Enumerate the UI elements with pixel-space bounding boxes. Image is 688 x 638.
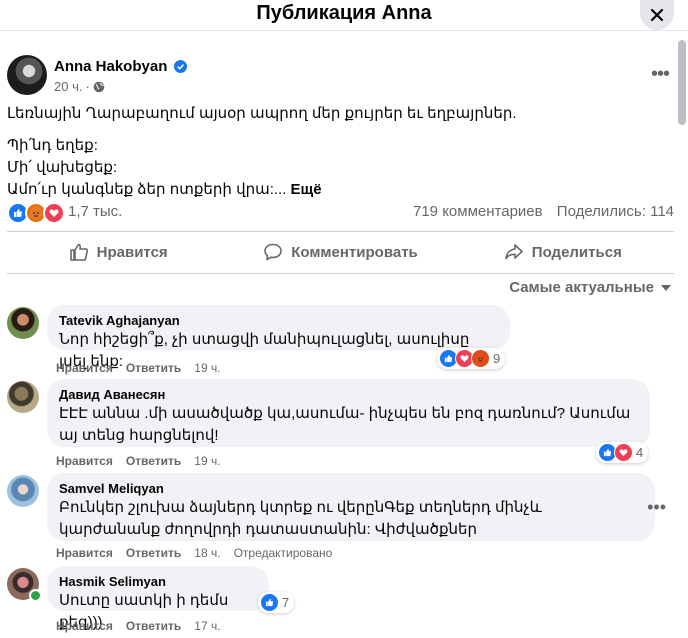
- comment-sort-dropdown[interactable]: Самые актуальные: [509, 279, 672, 296]
- verified-badge-icon: [174, 60, 187, 73]
- comment: Samvel Meliqyan Բունկեր շլուխա ձայներդ կ…: [7, 473, 674, 565]
- commenter-name[interactable]: Hasmik Selimyan: [59, 574, 257, 590]
- see-more-link[interactable]: Ещё: [291, 181, 322, 198]
- like-button[interactable]: Нравится: [7, 232, 229, 272]
- post-line: Ամո՛ւր կանգնեք ձեր ոտքերի վրա:... Ещё: [7, 179, 667, 201]
- dot-separator: ·: [85, 79, 90, 94]
- love-reaction-icon: [43, 202, 65, 224]
- commenter-avatar[interactable]: [7, 307, 39, 339]
- reaction-count: 9: [493, 351, 501, 366]
- sort-label: Самые актуальные: [509, 279, 654, 296]
- comment-options-icon[interactable]: •••: [647, 497, 666, 518]
- commenter-name[interactable]: Tatevik Aghajanyan: [59, 313, 498, 329]
- comment-icon: [264, 243, 283, 261]
- shares-count[interactable]: Поделились: 114: [557, 203, 674, 220]
- comment-time[interactable]: 19 ч.: [194, 361, 220, 375]
- commenter-avatar[interactable]: [7, 475, 39, 507]
- comment-like-button[interactable]: Нравится: [56, 546, 113, 560]
- post-line: Պի՛նդ եղեք:: [7, 137, 98, 154]
- love-reaction-icon: [614, 443, 633, 462]
- comment-like-button[interactable]: Нравится: [56, 361, 113, 375]
- comment-time[interactable]: 19 ч.: [194, 454, 220, 468]
- comment-reactions[interactable]: 7: [258, 592, 295, 613]
- comment: Hasmik Selimyan Սուտը սատկի ի դեմս քեզ))…: [7, 566, 674, 638]
- comments-count[interactable]: 719 комментариев: [413, 203, 543, 220]
- reaction-count: 7: [282, 595, 290, 610]
- comment-reply-button[interactable]: Ответить: [126, 454, 181, 468]
- caret-down-icon: [661, 284, 671, 291]
- comment: Tatevik Aghajanyan Նոր հիշեցի՞ք, չի ստաց…: [7, 305, 674, 380]
- comment-label: Комментировать: [291, 243, 418, 261]
- comment-text: Բունկեր շլուխա ձայներդ կտրեք ու վերընԳեք…: [59, 499, 542, 538]
- comment-button[interactable]: Комментировать: [229, 232, 451, 272]
- commenter-name[interactable]: Давид Аванесян: [59, 387, 638, 403]
- comment-reactions[interactable]: 4: [596, 442, 649, 463]
- like-label: Нравится: [96, 243, 168, 261]
- comment-actions: Нравится Ответить 19 ч.: [56, 454, 221, 468]
- thumbs-up-icon: [69, 243, 88, 261]
- divider: [7, 273, 674, 274]
- comment-time[interactable]: 17 ч.: [194, 619, 220, 633]
- dialog-title: Публикация Anna: [256, 2, 432, 24]
- comment-actions: Нравится Ответить 18 ч. Отредактировано: [56, 546, 332, 560]
- comment: Давид Аванесян ԷԷԷ աննա .մի ասածվածք կա,…: [7, 379, 674, 471]
- close-button[interactable]: [640, 0, 674, 30]
- like-reaction-icon: [260, 593, 279, 612]
- share-icon: [504, 244, 523, 260]
- comment-bubble: Samvel Meliqyan Բունկեր շլուխա ձայներդ կ…: [47, 473, 655, 541]
- post-counts: 719 комментариев Поделились: 114: [403, 203, 674, 220]
- globe-icon: [93, 81, 105, 92]
- author-avatar[interactable]: [7, 55, 47, 95]
- angry-reaction-icon: [471, 349, 490, 368]
- post-options-icon[interactable]: •••: [651, 63, 670, 86]
- post-body: Լեռնային Ղարաբաղում այսօր ապրող մեր քույ…: [7, 103, 667, 201]
- post-line: Մի՛ վախեցեք:: [7, 159, 118, 176]
- comment-reactions[interactable]: 9: [437, 348, 506, 369]
- comment-time[interactable]: 18 ч.: [194, 546, 220, 560]
- reactions-count[interactable]: 1,7 тыс.: [68, 203, 122, 220]
- scrollbar-thumb[interactable]: [678, 40, 686, 125]
- comment-reply-button[interactable]: Ответить: [126, 361, 181, 375]
- commenter-avatar[interactable]: [7, 381, 39, 413]
- author-name[interactable]: Anna Hakobyan: [54, 58, 167, 75]
- dialog-header: Публикация Anna: [0, 0, 688, 31]
- comment-actions: Нравится Ответить 19 ч.: [56, 361, 221, 375]
- post-action-bar: Нравится Комментировать Поделиться: [7, 232, 674, 272]
- comment-bubble: Hasmik Selimyan Սուտը սատկի ի դեմս քեզ))…: [47, 566, 269, 631]
- post-line: Լեռնային Ղարաբաղում այսօր ապրող մեր քույ…: [7, 105, 517, 122]
- post-header: Anna Hakobyan 20 ч. · •••: [7, 55, 677, 97]
- edited-label[interactable]: Отредактировано: [234, 546, 333, 560]
- commenter-name[interactable]: Samvel Meliqyan: [59, 481, 643, 497]
- post-line-text: Ամո՛ւր կանգնեք ձեր ոտքերի վրա:...: [7, 181, 287, 198]
- comment-reply-button[interactable]: Ответить: [126, 546, 181, 560]
- post-meta: 20 ч. ·: [54, 79, 105, 94]
- comment-bubble: Давид Аванесян ԷԷԷ աննա .մի ասածվածք կա,…: [47, 379, 650, 447]
- reactions-summary: 1,7 тыс. 719 комментариев Поделились: 11…: [7, 201, 674, 224]
- comment-actions: Нравится Ответить 17 ч.: [56, 619, 221, 633]
- reaction-icons[interactable]: [7, 202, 65, 224]
- share-button[interactable]: Поделиться: [452, 232, 674, 272]
- comment-like-button[interactable]: Нравится: [56, 619, 113, 633]
- online-status-indicator: [29, 589, 42, 602]
- share-label: Поделиться: [531, 243, 622, 261]
- reaction-count: 4: [636, 445, 644, 460]
- comment-like-button[interactable]: Нравится: [56, 454, 113, 468]
- post-time[interactable]: 20 ч.: [54, 79, 82, 94]
- close-icon: [650, 8, 664, 22]
- comment-reply-button[interactable]: Ответить: [126, 619, 181, 633]
- comment-bubble: Tatevik Aghajanyan Նոր հիշեցի՞ք, չի ստաց…: [47, 305, 510, 370]
- comment-text: ԷԷԷ աննա .մի ասածվածք կա,ասումա- ինչպես …: [59, 405, 631, 444]
